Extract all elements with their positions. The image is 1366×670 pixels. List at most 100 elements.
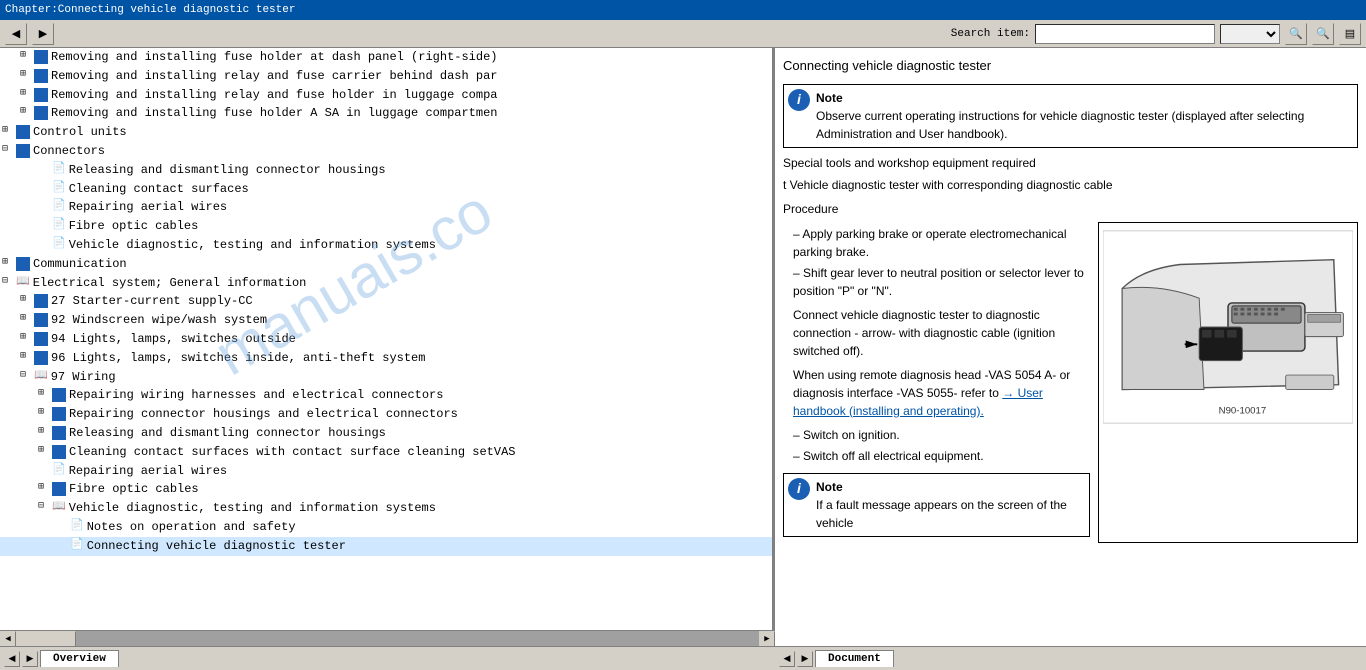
expand-icon: ⊞: [20, 331, 32, 345]
toc-item-19[interactable]: ⊟ 📖 97 Wiring: [0, 368, 772, 387]
toc-item-18[interactable]: ⊞ 96 Lights, lamps, switches inside, ant…: [0, 349, 772, 368]
toolbar: ◀ ▶ Search item: 🔍 🔍 ▤: [0, 20, 1366, 48]
blue-diamond-icon: [34, 106, 48, 120]
toc-item-25[interactable]: ⊞ Fibre optic cables: [0, 480, 772, 499]
nav-prev-btn[interactable]: ◀: [4, 651, 20, 667]
toc-label: Connectors: [33, 143, 105, 160]
toc-label: Repairing aerial wires: [69, 199, 227, 216]
toolbar-btn-1[interactable]: ◀: [5, 23, 27, 45]
doc-title: Connecting vehicle diagnostic tester: [783, 56, 1358, 76]
bottom-scrollbar[interactable]: ◀ ▶: [0, 630, 775, 646]
toc-item-17[interactable]: ⊞ 94 Lights, lamps, switches outside: [0, 330, 772, 349]
doc-icon: 📄: [52, 162, 66, 177]
expand-icon: ⊞: [20, 87, 32, 101]
toc-label: Repairing wiring harnesses and electrica…: [69, 387, 443, 404]
toc-label: 96 Lights, lamps, switches inside, anti-…: [51, 350, 425, 367]
toc-item-2[interactable]: ⊞ Removing and installing relay and fuse…: [0, 67, 772, 86]
search-select[interactable]: [1220, 24, 1280, 44]
toc-item-11[interactable]: 📄 Vehicle diagnostic, testing and inform…: [0, 236, 772, 255]
left-panel[interactable]: ⊞ Removing and installing fuse holder at…: [0, 48, 775, 646]
nav-prev-btn-right[interactable]: ◀: [779, 651, 795, 667]
note-label-1: Note: [816, 89, 1353, 107]
toc-item-12[interactable]: ⊞ Communication: [0, 255, 772, 274]
open-book-icon: 📖: [52, 500, 66, 515]
search-btn-2[interactable]: 🔍: [1312, 23, 1334, 45]
expand-icon: ⊞: [20, 49, 32, 63]
note-content-2: Note If a fault message appears on the s…: [816, 478, 1085, 532]
toc-label: Connecting vehicle diagnostic tester: [87, 538, 346, 555]
right-panel: Connecting vehicle diagnostic tester i N…: [775, 48, 1366, 646]
toolbar-btn-2[interactable]: ▶: [32, 23, 54, 45]
toc-item-23[interactable]: ⊞ Cleaning contact surfaces with contact…: [0, 443, 772, 462]
toc-label: Removing and installing fuse holder at d…: [51, 49, 497, 66]
doc-icon: 📄: [52, 199, 66, 214]
toc-item-13[interactable]: ⊟ 📖 Electrical system; General informati…: [0, 274, 772, 293]
note-content-1: Note Observe current operating instructi…: [816, 89, 1353, 143]
blue-diamond-icon: [34, 50, 48, 64]
blue-diamond-icon: [34, 313, 48, 327]
search-input[interactable]: [1035, 24, 1215, 44]
toc-item-7[interactable]: 📄 Releasing and dismantling connector ho…: [0, 161, 772, 180]
open-book-icon: 📖: [16, 275, 30, 290]
toc-item-20[interactable]: ⊞ Repairing wiring harnesses and electri…: [0, 386, 772, 405]
vas-text: When using remote diagnosis head -VAS 50…: [793, 366, 1090, 420]
toc-item-9[interactable]: 📄 Repairing aerial wires: [0, 198, 772, 217]
expand-icon: [38, 181, 50, 195]
open-book-icon: 📖: [34, 369, 48, 384]
toc-item-21[interactable]: ⊞ Repairing connector housings and elect…: [0, 405, 772, 424]
blue-diamond-icon: [34, 69, 48, 83]
expand-icon: ⊞: [38, 444, 50, 458]
blue-diamond-icon: [34, 332, 48, 346]
toc-item-24[interactable]: 📄 Repairing aerial wires: [0, 462, 772, 481]
toc-item-4[interactable]: ⊞ Removing and installing fuse holder A …: [0, 104, 772, 123]
nav-next-btn[interactable]: ▶: [22, 651, 38, 667]
scroll-thumb[interactable]: [16, 631, 76, 647]
procedure-text: Apply parking brake or operate electrome…: [783, 222, 1090, 543]
expand-icon: ⊞: [20, 105, 32, 119]
doc-icon: 📄: [52, 463, 66, 478]
blue-diamond-icon: [34, 294, 48, 308]
toc-item-16[interactable]: ⊞ 92 Windscreen wipe/wash system: [0, 311, 772, 330]
expand-icon: ⊟: [38, 500, 50, 514]
toolbar-btn-3[interactable]: ▤: [1339, 23, 1361, 45]
expand-icon: ⊞: [20, 312, 32, 326]
toc-item-26[interactable]: ⊟ 📖 Vehicle diagnostic, testing and info…: [0, 499, 772, 518]
tab-document[interactable]: Document: [815, 650, 894, 667]
blue-diamond-icon: [34, 351, 48, 365]
toc-item-1[interactable]: ⊞ Removing and installing fuse holder at…: [0, 48, 772, 67]
toc-item-27[interactable]: 📄 Notes on operation and safety: [0, 518, 772, 537]
toc-item-3[interactable]: ⊞ Removing and installing relay and fuse…: [0, 86, 772, 105]
toc-label: Removing and installing relay and fuse c…: [51, 68, 497, 85]
tab-overview[interactable]: Overview: [40, 650, 119, 667]
toc-item-10[interactable]: 📄 Fibre optic cables: [0, 217, 772, 236]
blue-diamond-icon: [52, 445, 66, 459]
expand-icon: ⊞: [20, 350, 32, 364]
toc-item-5[interactable]: ⊞ Control units: [0, 123, 772, 142]
blue-diamond-icon: [16, 257, 30, 271]
title-bar: Chapter:Connecting vehicle diagnostic te…: [0, 0, 1366, 20]
note-icon-2: i: [788, 478, 810, 500]
scroll-left-btn[interactable]: ◀: [0, 631, 16, 647]
expand-icon: [38, 463, 50, 477]
scroll-right-btn[interactable]: ▶: [759, 631, 775, 647]
toc-label: 94 Lights, lamps, switches outside: [51, 331, 296, 348]
expand-icon: ⊞: [2, 256, 14, 270]
procedure-header: Procedure: [783, 200, 1358, 218]
special-tools-header: Special tools and workshop equipment req…: [783, 154, 1358, 172]
doc-icon: 📄: [52, 218, 66, 233]
toc-item-15[interactable]: ⊞ 27 Starter-current supply-CC: [0, 292, 772, 311]
search-btn-1[interactable]: 🔍: [1285, 23, 1307, 45]
toc-item-6[interactable]: ⊟ Connectors: [0, 142, 772, 161]
main-container: manuais.co ⊞ Removing and installing fus…: [0, 48, 1366, 646]
toc-item-22[interactable]: ⊞ Releasing and dismantling connector ho…: [0, 424, 772, 443]
toc-label: Cleaning contact surfaces with contact s…: [69, 444, 515, 461]
toc-item-8[interactable]: 📄 Cleaning contact surfaces: [0, 180, 772, 199]
toc-label: Repairing aerial wires: [69, 463, 227, 480]
blue-diamond-icon: [52, 407, 66, 421]
nav-next-btn-right[interactable]: ▶: [797, 651, 813, 667]
expand-icon: ⊞: [20, 293, 32, 307]
right-nav: ◀ ▶ Document: [775, 647, 1366, 670]
toc-item-28[interactable]: 📄 Connecting vehicle diagnostic tester: [0, 537, 772, 556]
search-label: Search item:: [951, 28, 1030, 40]
toc-label: Vehicle diagnostic, testing and informat…: [69, 237, 436, 254]
